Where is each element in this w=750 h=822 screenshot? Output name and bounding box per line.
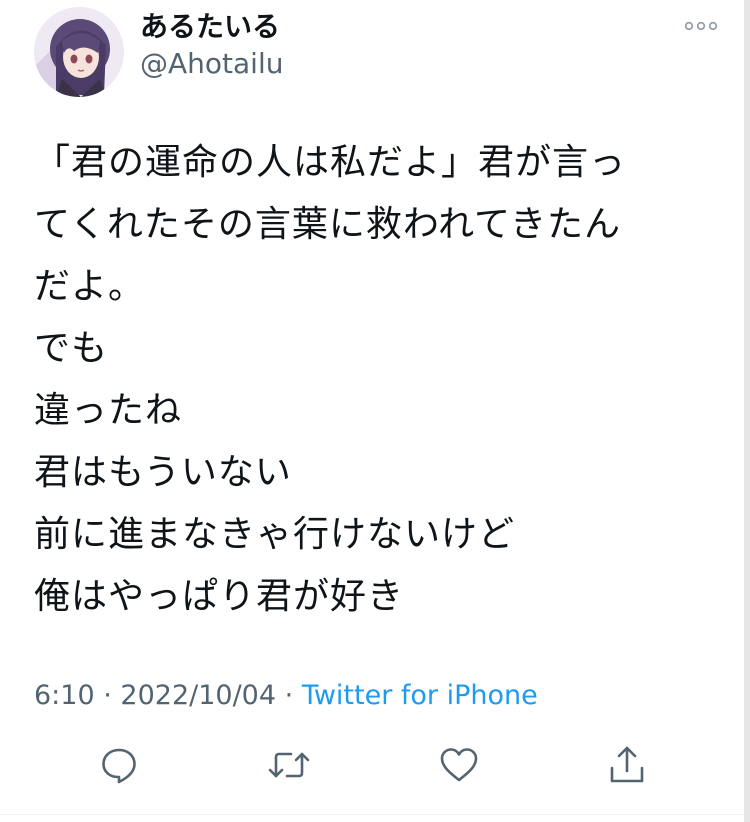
tweet-metadata: 6:10 · 2022/10/04 · Twitter for iPhone bbox=[34, 676, 538, 716]
tweet-text: 「君の運命の人は私だよ」君が言っ てくれたその言葉に救われてきたん だよ。 でも… bbox=[34, 132, 714, 628]
tweet-text-line: 俺はやっぱり君が好き bbox=[34, 576, 405, 617]
retweet-button[interactable] bbox=[262, 738, 316, 792]
scroll-edge bbox=[744, 0, 750, 822]
tweet-text-line: でも bbox=[34, 328, 109, 369]
tweet-text-line: 「君の運命の人は私だよ」君が言っ bbox=[34, 142, 627, 183]
display-name[interactable]: あるたいる bbox=[140, 9, 280, 45]
reply-icon bbox=[102, 748, 136, 784]
like-icon bbox=[440, 748, 478, 782]
tweet-text-line: てくれたその言葉に救われてきたん bbox=[34, 204, 621, 245]
tweet-date[interactable]: 2022/10/04 bbox=[120, 680, 276, 711]
divider bbox=[0, 814, 744, 815]
tweet-source-link[interactable]: Twitter for iPhone bbox=[302, 680, 538, 711]
tweet-text-line: だよ。 bbox=[34, 266, 146, 307]
meta-separator: · bbox=[103, 680, 112, 711]
like-button[interactable] bbox=[432, 738, 486, 792]
action-bar bbox=[0, 738, 750, 792]
avatar[interactable] bbox=[34, 7, 124, 97]
more-options-icon[interactable] bbox=[680, 12, 722, 40]
share-icon bbox=[610, 746, 644, 783]
tweet-text-line: 違ったね bbox=[34, 390, 183, 431]
anime-avatar-icon bbox=[34, 7, 124, 97]
share-button[interactable] bbox=[600, 738, 654, 792]
reply-button[interactable] bbox=[92, 738, 146, 792]
tweet: あるたいる @Ahotailu 「君の運命の人は私だよ」君が言っ てくれたその言… bbox=[0, 0, 750, 822]
user-handle[interactable]: @Ahotailu bbox=[140, 46, 283, 82]
retweet-icon bbox=[268, 752, 310, 778]
tweet-text-line: 君はもういない bbox=[34, 452, 292, 493]
tweet-text-line: 前に進まなきゃ行けないけど bbox=[34, 514, 516, 555]
meta-separator: · bbox=[284, 680, 294, 711]
tweet-time[interactable]: 6:10 bbox=[34, 680, 95, 711]
